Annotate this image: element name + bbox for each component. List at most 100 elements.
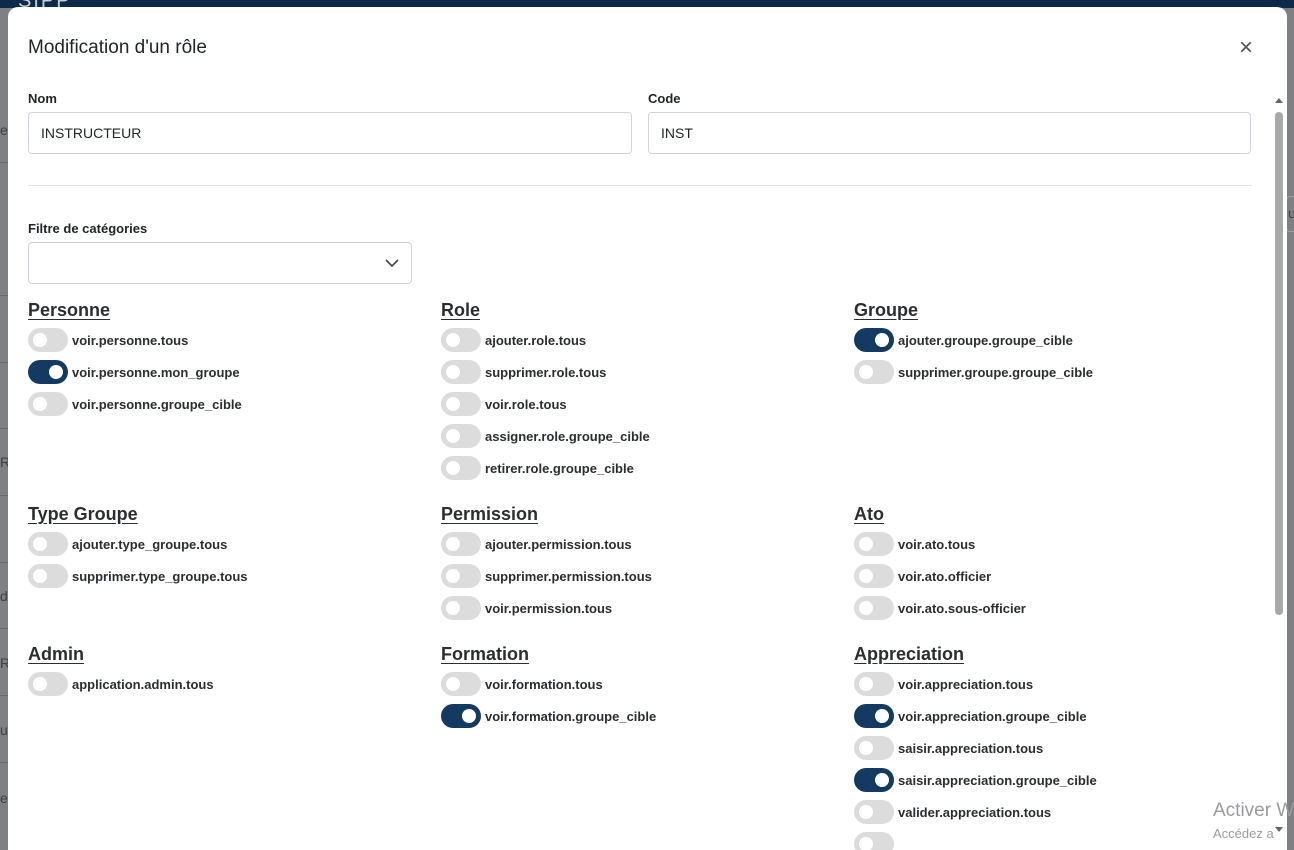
permission-toggle[interactable] <box>854 768 894 792</box>
chevron-down-icon <box>385 259 399 268</box>
category-permission: Permission ajouter.permission.tous supprim… <box>441 503 841 624</box>
permission-row: assigner.role.groupe_cible <box>441 420 841 452</box>
permission-row: retirer.role.groupe_cible <box>441 452 841 484</box>
permission-label: ajouter.permission.tous <box>485 536 632 552</box>
permission-toggle[interactable] <box>854 736 894 760</box>
category-formation: Formation voir.formation.tous voir.formati… <box>441 643 841 732</box>
permission-label: supprimer.type_groupe.tous <box>72 568 248 584</box>
background-text-fragment: e <box>0 122 8 138</box>
permission-row: saisir.appreciation.groupe_cible <box>854 764 1254 796</box>
permission-label: retirer.role.groupe_cible <box>485 460 634 476</box>
permission-label: voir.personne.tous <box>72 332 189 348</box>
permission-toggle[interactable] <box>28 672 68 696</box>
permission-row: supprimer.type_groupe.tous <box>28 560 428 592</box>
permission-label: voir.ato.sous-officier <box>898 600 1026 616</box>
scrollbar-thumb[interactable] <box>1275 112 1283 615</box>
category-filter-select[interactable] <box>28 242 412 284</box>
category-title: Personne <box>28 300 111 320</box>
permission-label: supprimer.permission.tous <box>485 568 652 584</box>
permission-toggle[interactable] <box>28 532 68 556</box>
permission-label: saisir.appreciation.tous <box>898 740 1044 756</box>
permission-row: ajouter.role.tous <box>441 324 841 356</box>
permission-label: voir.role.tous <box>485 396 567 412</box>
permission-toggle[interactable] <box>28 564 68 588</box>
permission-row: voir.formation.groupe_cible <box>441 700 841 732</box>
permission-label: voir.ato.tous <box>898 536 976 552</box>
permission-toggle[interactable] <box>854 800 894 824</box>
permission-row <box>854 828 1254 850</box>
permission-toggle[interactable] <box>441 704 481 728</box>
permission-toggle[interactable] <box>854 704 894 728</box>
permission-toggle[interactable] <box>441 532 481 556</box>
category-groupe: Groupe ajouter.groupe.groupe_ciblesupprim… <box>854 299 1254 388</box>
category-role: Role ajouter.role.tous supprimer.role.tous… <box>441 299 841 484</box>
permission-row: voir.personne.tous <box>28 324 428 356</box>
permission-toggle[interactable] <box>854 328 894 352</box>
permission-toggle[interactable] <box>854 360 894 384</box>
background-text-fragment: e <box>0 790 8 806</box>
category-title: Appreciation <box>854 644 965 664</box>
permission-label: ajouter.role.tous <box>485 332 587 348</box>
background-divider <box>0 628 8 629</box>
background-divider <box>0 295 8 296</box>
category-personne: Personne voir.personne.tous voir.personne.… <box>28 299 428 420</box>
permission-label: ajouter.groupe.groupe_cible <box>898 332 1073 348</box>
permission-toggle[interactable] <box>28 360 68 384</box>
nom-input[interactable] <box>28 112 632 154</box>
permission-row: voir.permission.tous <box>441 592 841 624</box>
permission-toggle[interactable] <box>441 424 481 448</box>
permission-row: voir.ato.tous <box>854 528 1254 560</box>
category-title: Groupe <box>854 300 919 320</box>
permission-toggle[interactable] <box>854 832 894 850</box>
permission-toggle[interactable] <box>441 328 481 352</box>
permission-toggle[interactable] <box>854 564 894 588</box>
permission-label: supprimer.role.tous <box>485 364 607 380</box>
nom-label: Nom <box>28 91 57 106</box>
permission-row: supprimer.groupe.groupe_cible <box>854 356 1254 388</box>
background-divider <box>0 495 8 496</box>
permission-label: voir.permission.tous <box>485 600 613 616</box>
permission-toggle[interactable] <box>441 564 481 588</box>
permission-toggle[interactable] <box>441 672 481 696</box>
permission-toggle[interactable] <box>441 456 481 480</box>
permission-toggle[interactable] <box>441 360 481 384</box>
close-button[interactable]: × <box>1234 36 1258 61</box>
permission-row: voir.appreciation.tous <box>854 668 1254 700</box>
permission-toggle[interactable] <box>854 596 894 620</box>
code-input[interactable] <box>648 112 1251 154</box>
permission-label: voir.personne.groupe_cible <box>72 396 242 412</box>
permission-toggle[interactable] <box>441 392 481 416</box>
background-input <box>1286 196 1294 232</box>
permission-label: assigner.role.groupe_cible <box>485 428 650 444</box>
permission-row: ajouter.permission.tous <box>441 528 841 560</box>
category-title: Formation <box>441 644 529 664</box>
permission-label: supprimer.groupe.groupe_cible <box>898 364 1094 380</box>
edit-role-modal: Modification d'un rôle × Nom Code Filtre… <box>8 7 1287 850</box>
activation-watermark-sub: Accédez a <box>1213 826 1274 841</box>
background-divider <box>0 362 8 363</box>
permission-toggle[interactable] <box>854 532 894 556</box>
permission-row: voir.ato.officier <box>854 560 1254 592</box>
permission-toggle[interactable] <box>28 392 68 416</box>
activation-watermark: Activer W <box>1213 800 1294 821</box>
permission-toggle[interactable] <box>854 672 894 696</box>
permission-label: voir.appreciation.tous <box>898 676 1034 692</box>
permission-row: ajouter.type_groupe.tous <box>28 528 428 560</box>
permission-label: voir.ato.officier <box>898 568 992 584</box>
permission-toggle[interactable] <box>441 596 481 620</box>
permission-row: application.admin.tous <box>28 668 428 700</box>
background-divider <box>0 762 8 763</box>
section-divider <box>28 185 1252 186</box>
permission-toggle[interactable] <box>28 328 68 352</box>
scroll-up-arrow-icon[interactable] <box>1275 98 1283 103</box>
permission-label: voir.formation.groupe_cible <box>485 708 657 724</box>
permission-label: voir.personne.mon_groupe <box>72 364 240 380</box>
background-divider <box>0 162 8 163</box>
permission-row: supprimer.permission.tous <box>441 560 841 592</box>
permission-label: application.admin.tous <box>72 676 214 692</box>
category-ato: Ato voir.ato.tous voir.ato.officier voir.at… <box>854 503 1254 624</box>
permission-label: valider.appreciation.tous <box>898 804 1052 820</box>
permission-row: voir.role.tous <box>441 388 841 420</box>
permission-row: supprimer.role.tous <box>441 356 841 388</box>
category-title: Admin <box>28 644 84 664</box>
